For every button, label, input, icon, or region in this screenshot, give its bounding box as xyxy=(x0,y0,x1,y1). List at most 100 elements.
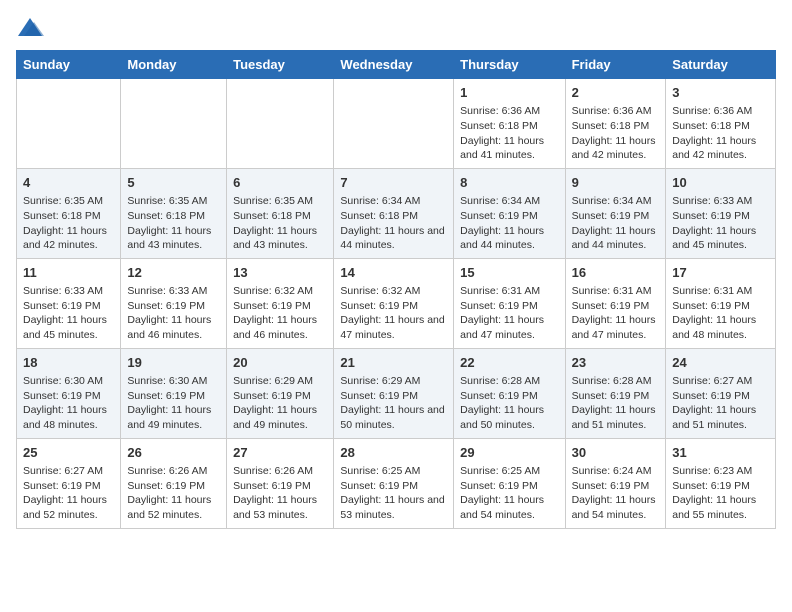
day-cell: 14 Sunrise: 6:32 AMSunset: 6:19 PMDayligh… xyxy=(334,258,454,348)
day-cell: 29 Sunrise: 6:25 AMSunset: 6:19 PMDayligh… xyxy=(454,438,565,528)
day-number: 26 xyxy=(127,444,220,462)
day-number: 11 xyxy=(23,264,114,282)
day-info: Sunrise: 6:31 AMSunset: 6:19 PMDaylight:… xyxy=(572,284,660,343)
day-cell: 8 Sunrise: 6:34 AMSunset: 6:19 PMDaylight… xyxy=(454,168,565,258)
day-number: 3 xyxy=(672,84,769,102)
day-info: Sunrise: 6:33 AMSunset: 6:19 PMDaylight:… xyxy=(23,284,114,343)
day-cell xyxy=(17,79,121,169)
day-cell: 31 Sunrise: 6:23 AMSunset: 6:19 PMDayligh… xyxy=(666,438,776,528)
day-info: Sunrise: 6:34 AMSunset: 6:19 PMDaylight:… xyxy=(460,194,558,253)
day-number: 27 xyxy=(233,444,327,462)
day-number: 8 xyxy=(460,174,558,192)
day-info: Sunrise: 6:26 AMSunset: 6:19 PMDaylight:… xyxy=(233,464,327,523)
day-cell: 4Sunrise: 6:35 AMSunset: 6:18 PMDaylight… xyxy=(17,168,121,258)
day-info: Sunrise: 6:27 AMSunset: 6:19 PMDaylight:… xyxy=(23,464,114,523)
day-cell: 20 Sunrise: 6:29 AMSunset: 6:19 PMDayligh… xyxy=(227,348,334,438)
day-number: 13 xyxy=(233,264,327,282)
day-cell: 12 Sunrise: 6:33 AMSunset: 6:19 PMDayligh… xyxy=(121,258,227,348)
day-cell xyxy=(334,79,454,169)
day-cell: 21Sunrise: 6:29 AMSunset: 6:19 PMDayligh… xyxy=(334,348,454,438)
day-info: Sunrise: 6:23 AMSunset: 6:19 PMDaylight:… xyxy=(672,464,769,523)
day-info: Sunrise: 6:28 AMSunset: 6:19 PMDaylight:… xyxy=(572,374,660,433)
header-row: SundayMondayTuesdayWednesdayThursdayFrid… xyxy=(17,51,776,79)
day-cell: 11 Sunrise: 6:33 AMSunset: 6:19 PMDayligh… xyxy=(17,258,121,348)
day-number: 19 xyxy=(127,354,220,372)
day-info: Sunrise: 6:31 AMSunset: 6:19 PMDaylight:… xyxy=(460,284,558,343)
day-cell: 17 Sunrise: 6:31 AMSunset: 6:19 PMDayligh… xyxy=(666,258,776,348)
day-number: 12 xyxy=(127,264,220,282)
day-number: 21 xyxy=(340,354,447,372)
day-number: 14 xyxy=(340,264,447,282)
day-cell: 9 Sunrise: 6:34 AMSunset: 6:19 PMDaylight… xyxy=(565,168,666,258)
day-cell: 25 Sunrise: 6:27 AMSunset: 6:19 PMDayligh… xyxy=(17,438,121,528)
day-number: 18 xyxy=(23,354,114,372)
day-info: Sunrise: 6:30 AMSunset: 6:19 PMDaylight:… xyxy=(23,374,114,433)
day-info: Sunrise: 6:34 AMSunset: 6:18 PMDaylight:… xyxy=(340,194,447,253)
day-info: Sunrise: 6:36 AMSunset: 6:18 PMDaylight:… xyxy=(572,104,660,163)
day-cell: 18 Sunrise: 6:30 AMSunset: 6:19 PMDayligh… xyxy=(17,348,121,438)
day-info: Sunrise: 6:30 AMSunset: 6:19 PMDaylight:… xyxy=(127,374,220,433)
day-info: Sunrise: 6:25 AMSunset: 6:19 PMDaylight:… xyxy=(460,464,558,523)
day-cell: 28 Sunrise: 6:25 AMSunset: 6:19 PMDayligh… xyxy=(334,438,454,528)
day-info: Sunrise: 6:24 AMSunset: 6:19 PMDaylight:… xyxy=(572,464,660,523)
day-number: 24 xyxy=(672,354,769,372)
day-number: 30 xyxy=(572,444,660,462)
day-number: 25 xyxy=(23,444,114,462)
day-number: 23 xyxy=(572,354,660,372)
day-info: Sunrise: 6:25 AMSunset: 6:19 PMDaylight:… xyxy=(340,464,447,523)
day-cell: 30 Sunrise: 6:24 AMSunset: 6:19 PMDayligh… xyxy=(565,438,666,528)
day-cell: 3Sunrise: 6:36 AMSunset: 6:18 PMDaylight… xyxy=(666,79,776,169)
day-info: Sunrise: 6:28 AMSunset: 6:19 PMDaylight:… xyxy=(460,374,558,433)
day-info: Sunrise: 6:26 AMSunset: 6:19 PMDaylight:… xyxy=(127,464,220,523)
header xyxy=(16,16,776,38)
day-info: Sunrise: 6:32 AMSunset: 6:19 PMDaylight:… xyxy=(233,284,327,343)
header-day-friday: Friday xyxy=(565,51,666,79)
day-info: Sunrise: 6:27 AMSunset: 6:19 PMDaylight:… xyxy=(672,374,769,433)
day-info: Sunrise: 6:35 AMSunset: 6:18 PMDaylight:… xyxy=(233,194,327,253)
day-info: Sunrise: 6:35 AMSunset: 6:18 PMDaylight:… xyxy=(127,194,220,253)
day-number: 5 xyxy=(127,174,220,192)
day-number: 6 xyxy=(233,174,327,192)
day-number: 2 xyxy=(572,84,660,102)
day-info: Sunrise: 6:32 AMSunset: 6:19 PMDaylight:… xyxy=(340,284,447,343)
day-number: 20 xyxy=(233,354,327,372)
day-number: 9 xyxy=(572,174,660,192)
day-info: Sunrise: 6:34 AMSunset: 6:19 PMDaylight:… xyxy=(572,194,660,253)
day-number: 15 xyxy=(460,264,558,282)
day-number: 22 xyxy=(460,354,558,372)
header-day-wednesday: Wednesday xyxy=(334,51,454,79)
day-cell: 24 Sunrise: 6:27 AMSunset: 6:19 PMDayligh… xyxy=(666,348,776,438)
day-info: Sunrise: 6:29 AMSunset: 6:19 PMDaylight:… xyxy=(233,374,327,433)
day-cell: 6 Sunrise: 6:35 AMSunset: 6:18 PMDaylight… xyxy=(227,168,334,258)
week-row-3: 11 Sunrise: 6:33 AMSunset: 6:19 PMDayligh… xyxy=(17,258,776,348)
day-cell: 15 Sunrise: 6:31 AMSunset: 6:19 PMDayligh… xyxy=(454,258,565,348)
day-info: Sunrise: 6:35 AMSunset: 6:18 PMDaylight:… xyxy=(23,194,114,253)
day-info: Sunrise: 6:33 AMSunset: 6:19 PMDaylight:… xyxy=(672,194,769,253)
day-cell: 2 Sunrise: 6:36 AMSunset: 6:18 PMDaylight… xyxy=(565,79,666,169)
day-number: 17 xyxy=(672,264,769,282)
day-cell: 16 Sunrise: 6:31 AMSunset: 6:19 PMDayligh… xyxy=(565,258,666,348)
logo xyxy=(16,16,48,38)
day-number: 7 xyxy=(340,174,447,192)
day-number: 31 xyxy=(672,444,769,462)
day-info: Sunrise: 6:33 AMSunset: 6:19 PMDaylight:… xyxy=(127,284,220,343)
logo-icon xyxy=(16,16,44,38)
day-cell: 10 Sunrise: 6:33 AMSunset: 6:19 PMDayligh… xyxy=(666,168,776,258)
header-day-tuesday: Tuesday xyxy=(227,51,334,79)
week-row-5: 25 Sunrise: 6:27 AMSunset: 6:19 PMDayligh… xyxy=(17,438,776,528)
day-info: Sunrise: 6:31 AMSunset: 6:19 PMDaylight:… xyxy=(672,284,769,343)
day-number: 28 xyxy=(340,444,447,462)
day-cell: 23 Sunrise: 6:28 AMSunset: 6:19 PMDayligh… xyxy=(565,348,666,438)
day-number: 16 xyxy=(572,264,660,282)
day-number: 29 xyxy=(460,444,558,462)
header-day-thursday: Thursday xyxy=(454,51,565,79)
calendar-table: SundayMondayTuesdayWednesdayThursdayFrid… xyxy=(16,50,776,529)
day-number: 10 xyxy=(672,174,769,192)
day-cell: 13 Sunrise: 6:32 AMSunset: 6:19 PMDayligh… xyxy=(227,258,334,348)
day-cell xyxy=(121,79,227,169)
day-cell: 26 Sunrise: 6:26 AMSunset: 6:19 PMDayligh… xyxy=(121,438,227,528)
header-day-sunday: Sunday xyxy=(17,51,121,79)
week-row-4: 18 Sunrise: 6:30 AMSunset: 6:19 PMDayligh… xyxy=(17,348,776,438)
header-day-monday: Monday xyxy=(121,51,227,79)
day-info: Sunrise: 6:36 AMSunset: 6:18 PMDaylight:… xyxy=(460,104,558,163)
